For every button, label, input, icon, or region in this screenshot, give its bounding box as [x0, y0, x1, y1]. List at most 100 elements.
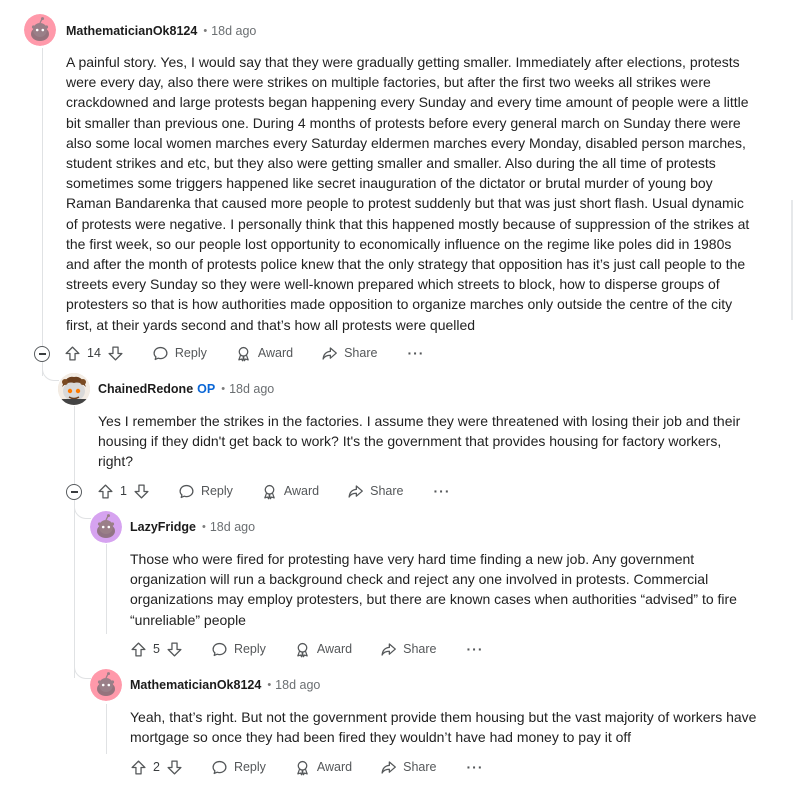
share-label: Share: [403, 760, 437, 774]
timestamp[interactable]: 18d ago: [229, 382, 274, 396]
username[interactable]: MathematicianOk8124: [130, 678, 261, 692]
award-button[interactable]: Award: [261, 483, 319, 500]
downvote-icon[interactable]: [133, 483, 150, 500]
upvote-icon[interactable]: [130, 759, 147, 776]
thread-connector: [74, 662, 91, 679]
thread-line: [42, 48, 43, 348]
reply-label: Reply: [174, 346, 207, 360]
reply-label: Reply: [233, 760, 266, 774]
comment-body: Yes I remember the strikes in the factor…: [98, 411, 758, 472]
timestamp[interactable]: 18d ago: [275, 678, 320, 692]
more-options-button[interactable]: ···: [407, 345, 424, 361]
separator-dot: •: [202, 521, 206, 533]
award-label: Award: [283, 484, 320, 498]
more-options-button[interactable]: ···: [467, 641, 484, 657]
upvote-icon[interactable]: [130, 641, 147, 658]
separator-dot: •: [203, 25, 208, 37]
comment-actions: 1 Reply Award Share ···: [97, 479, 451, 503]
timestamp[interactable]: 18d ago: [211, 24, 256, 38]
share-label: Share: [370, 484, 404, 498]
upvote-icon[interactable]: [64, 345, 81, 362]
comment-text: Those who were fired for protesting have…: [130, 551, 737, 628]
collapse-icon[interactable]: [34, 346, 50, 362]
award-label: Award: [257, 346, 294, 360]
comment-body: Yeah, that’s right. But not the governme…: [130, 707, 760, 747]
collapse-icon[interactable]: [66, 484, 82, 500]
share-icon: [380, 641, 397, 658]
award-button[interactable]: Award: [294, 641, 352, 658]
op-badge: OP: [197, 382, 216, 396]
upvote-icon[interactable]: [97, 483, 114, 500]
comment-actions: 5 Reply Award Share ···: [130, 637, 484, 661]
reply-icon: [178, 483, 195, 500]
vote-count: 2: [153, 760, 160, 774]
comment-text: Yeah, that’s right. But not the governme…: [130, 709, 757, 746]
snoo-avatar[interactable]: [90, 669, 122, 701]
reply-label: Reply: [233, 642, 266, 656]
comment-body: Those who were fired for protesting have…: [130, 549, 760, 630]
award-icon: [294, 759, 311, 776]
timestamp[interactable]: 18d ago: [210, 520, 255, 534]
separator-dot: •: [221, 383, 226, 395]
username[interactable]: ChainedRedone: [98, 382, 193, 396]
vote-group: 14: [64, 345, 124, 362]
username[interactable]: MathematicianOk8124: [66, 24, 197, 38]
reply-button[interactable]: Reply: [152, 345, 207, 362]
thread-connector: [74, 502, 91, 519]
award-button[interactable]: Award: [235, 345, 293, 362]
share-button[interactable]: Share: [321, 345, 377, 362]
share-button[interactable]: Share: [380, 759, 437, 776]
comment-header: MathematicianOk8124 • 18d ago: [130, 678, 320, 692]
more-options-button[interactable]: ···: [434, 483, 451, 499]
vote-group: 5: [130, 641, 183, 658]
comment-actions: 14 Reply Award Share ···: [64, 341, 424, 365]
comment-header: MathematicianOk8124 • 18d ago: [66, 24, 256, 38]
separator-dot: •: [267, 679, 272, 691]
vote-group: 1: [97, 483, 150, 500]
downvote-icon[interactable]: [166, 759, 183, 776]
award-button[interactable]: Award: [294, 759, 352, 776]
comment-header: ChainedRedone OP • 18d ago: [98, 382, 274, 396]
reply-icon: [211, 759, 228, 776]
award-icon: [294, 641, 311, 658]
award-label: Award: [316, 760, 353, 774]
reply-button[interactable]: Reply: [211, 759, 266, 776]
award-icon: [235, 345, 252, 362]
downvote-icon[interactable]: [166, 641, 183, 658]
share-label: Share: [344, 346, 378, 360]
thread-connector: [42, 364, 59, 381]
reply-icon: [152, 345, 169, 362]
share-button[interactable]: Share: [380, 641, 437, 658]
username[interactable]: LazyFridge: [130, 520, 196, 534]
more-options-button[interactable]: ···: [467, 759, 484, 775]
downvote-icon[interactable]: [107, 345, 124, 362]
vote-count: 1: [120, 484, 127, 498]
vote-group: 2: [130, 759, 183, 776]
comment-text: A painful story. Yes, I would say that t…: [66, 54, 750, 333]
thread-line: [74, 406, 75, 486]
comment-actions: 2 Reply Award Share ···: [130, 755, 484, 779]
user-avatar[interactable]: [58, 373, 90, 405]
share-icon: [347, 483, 364, 500]
share-icon: [380, 759, 397, 776]
thread-line: [74, 498, 75, 678]
share-icon: [321, 345, 338, 362]
vote-count: 14: [87, 346, 101, 360]
snoo-avatar[interactable]: [24, 14, 56, 46]
reply-button[interactable]: Reply: [211, 641, 266, 658]
snoo-character-icon: [58, 373, 90, 405]
reply-button[interactable]: Reply: [178, 483, 233, 500]
comment-body: A painful story. Yes, I would say that t…: [66, 52, 756, 335]
snoo-avatar[interactable]: [90, 511, 122, 543]
share-button[interactable]: Share: [347, 483, 404, 500]
award-label: Award: [316, 642, 353, 656]
thread-line: [106, 544, 107, 634]
reply-icon: [211, 641, 228, 658]
comment-text: Yes I remember the strikes in the factor…: [98, 413, 741, 470]
award-icon: [261, 483, 278, 500]
vote-count: 5: [153, 642, 160, 656]
comment-header: LazyFridge • 18d ago: [130, 520, 255, 534]
reply-label: Reply: [200, 484, 233, 498]
thread-line: [106, 704, 107, 754]
share-label: Share: [403, 642, 437, 656]
